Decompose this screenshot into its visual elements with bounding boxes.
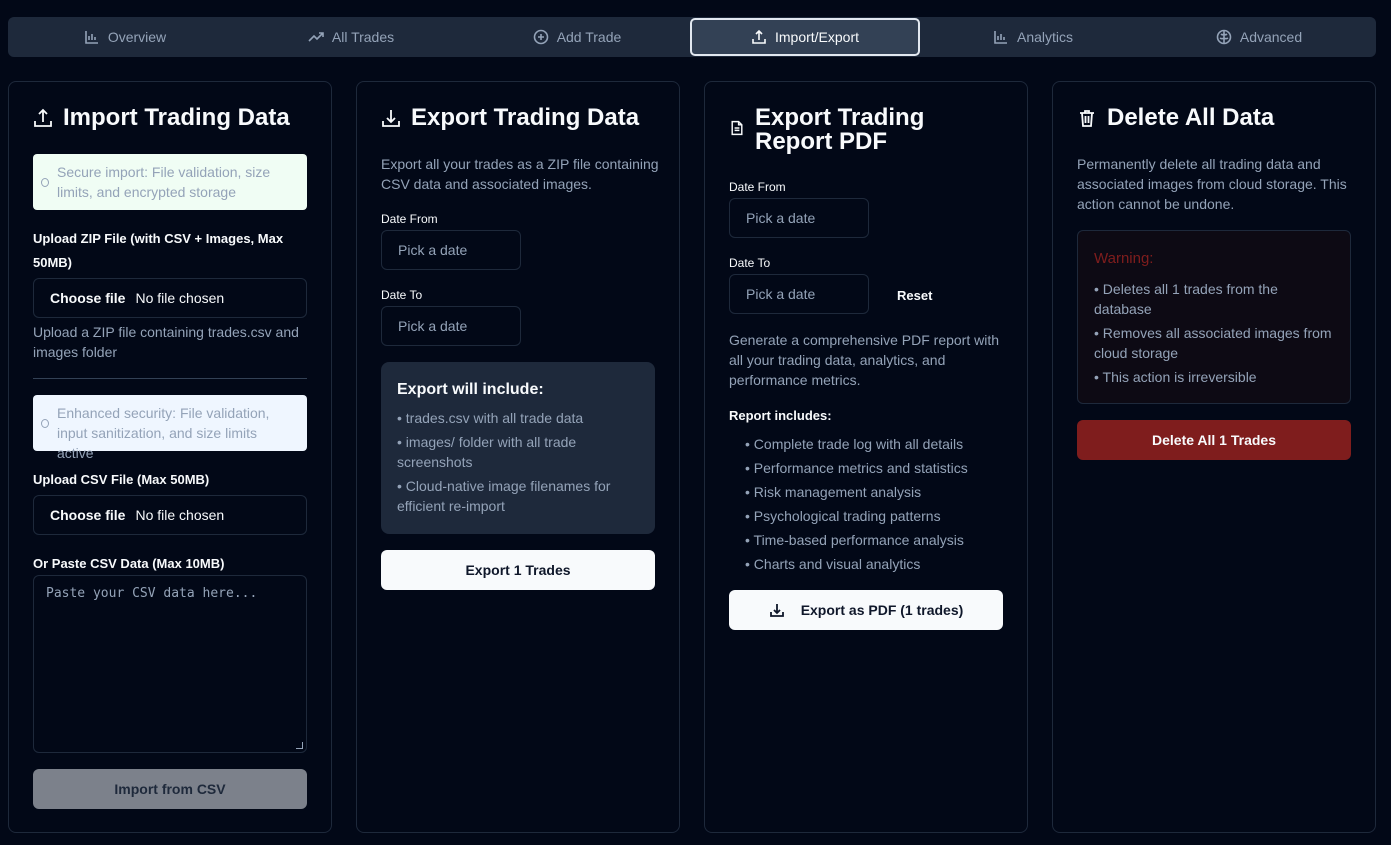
warning-title: Warning: — [1094, 250, 1154, 267]
list-item: • Deletes all 1 trades from the database — [1094, 281, 1278, 317]
download-icon — [769, 604, 784, 617]
export-includes-box: Export will include: • trades.csv with a… — [381, 362, 655, 534]
list-item: • Removes all associated images from clo… — [1094, 325, 1332, 361]
export-pdf-button[interactable]: Export as PDF (1 trades) — [729, 590, 1003, 630]
export-title: Export Trading Data — [381, 106, 655, 130]
report-includes-list: • Complete trade log with all details • … — [729, 434, 1003, 578]
file-status: No file chosen — [135, 507, 225, 523]
date-from-picker[interactable]: Pick a date — [729, 198, 869, 238]
tab-label: Add Trade — [556, 29, 622, 45]
import-title-text: Import Trading Data — [63, 104, 290, 131]
info-icon — [41, 419, 49, 428]
list-item: • Psychological trading patterns — [745, 508, 941, 524]
warning-box: Warning: • Deletes all 1 trades from the… — [1077, 230, 1351, 404]
tab-overview[interactable]: Overview — [12, 18, 238, 56]
list-item: • Risk management analysis — [745, 484, 922, 500]
choose-file-button[interactable]: Choose file — [50, 507, 125, 523]
csv-paste-textarea[interactable]: Paste your CSV data here... — [33, 575, 307, 753]
tab-label: All Trades — [331, 29, 395, 45]
date-from-label: Date From — [729, 180, 786, 194]
brain-icon — [1216, 29, 1232, 45]
report-description: Generate a comprehensive PDF report with… — [729, 332, 1000, 388]
list-item: • images/ folder with all trade screensh… — [397, 434, 577, 470]
trending-up-icon — [308, 32, 324, 42]
divider — [33, 378, 307, 379]
list-item: • Complete trade log with all details — [745, 436, 964, 452]
bar-chart-icon — [994, 31, 1007, 44]
zip-help-text: Upload a ZIP file containing trades.csv … — [33, 324, 299, 360]
zip-upload-label: Upload ZIP File (with CSV + Images, Max … — [33, 231, 284, 270]
download-icon — [382, 110, 400, 127]
delete-card: Delete All Data Permanently delete all t… — [1052, 81, 1376, 833]
date-placeholder: Pick a date — [398, 318, 468, 334]
delete-description: Permanently delete all trading data and … — [1077, 156, 1347, 212]
info-icon — [41, 178, 49, 187]
export-includes-title: Export will include: — [397, 381, 544, 398]
delete-all-button[interactable]: Delete All 1 Trades — [1077, 420, 1351, 460]
secure-import-text: Secure import: File validation, size lim… — [57, 164, 271, 200]
date-from-label: Date From — [381, 212, 438, 226]
tab-advanced[interactable]: Advanced — [1146, 18, 1372, 56]
list-item: • Charts and visual analytics — [745, 556, 921, 572]
secure-import-notice: Secure import: File validation, size lim… — [33, 154, 307, 210]
date-placeholder: Pick a date — [746, 210, 816, 226]
export-description: Export all your trades as a ZIP file con… — [381, 156, 659, 192]
csv-upload-label: Upload CSV File (Max 50MB) — [33, 472, 210, 487]
export-pdf-label: Export as PDF (1 trades) — [800, 602, 964, 618]
date-placeholder: Pick a date — [398, 242, 468, 258]
list-item: • Time-based performance analysis — [745, 532, 964, 548]
tab-import-export[interactable]: Import/Export — [690, 18, 920, 56]
plus-circle-icon — [533, 29, 548, 45]
delete-title-text: Delete All Data — [1107, 104, 1275, 131]
file-status: No file chosen — [135, 290, 225, 306]
list-item: • Performance metrics and statistics — [745, 460, 968, 476]
tab-label: Analytics — [1016, 29, 1074, 45]
tab-add-trade[interactable]: Add Trade — [464, 18, 690, 56]
date-to-label: Date To — [729, 256, 771, 270]
report-title: Export Trading Report PDF — [729, 106, 1003, 154]
resize-handle[interactable] — [296, 742, 303, 749]
tab-label: Import/Export — [774, 29, 860, 45]
main-tab-bar: Overview All Trades Add Trade Import/Exp… — [8, 17, 1376, 57]
date-to-label: Date To — [381, 288, 423, 302]
security-notice: Enhanced security: File validation, inpu… — [33, 395, 307, 461]
file-text-icon — [731, 120, 743, 136]
tab-label: Advanced — [1239, 29, 1303, 45]
csv-file-input[interactable]: Choose file No file chosen — [33, 495, 307, 535]
paste-csv-label: Or Paste CSV Data (Max 10MB) — [33, 556, 225, 571]
zip-file-input[interactable]: Choose file No file chosen — [33, 278, 307, 318]
date-placeholder: Pick a date — [746, 286, 816, 302]
textarea-placeholder: Paste your CSV data here... — [46, 586, 258, 601]
date-to-picker[interactable]: Pick a date — [729, 274, 869, 314]
export-trades-button[interactable]: Export 1 Trades — [381, 550, 655, 590]
report-card: Export Trading Report PDF Date From Pick… — [704, 81, 1028, 833]
import-card: Import Trading Data Secure import: File … — [8, 81, 332, 833]
list-item: • Cloud-native image filenames for effic… — [397, 478, 611, 514]
choose-file-button[interactable]: Choose file — [50, 290, 125, 306]
bar-chart-icon — [85, 31, 98, 44]
report-title-text: Export Trading Report PDF — [755, 104, 925, 155]
tab-analytics[interactable]: Analytics — [920, 18, 1146, 56]
list-item: • trades.csv with all trade data — [397, 410, 584, 426]
delete-title: Delete All Data — [1077, 106, 1351, 130]
upload-icon — [752, 29, 766, 44]
import-title: Import Trading Data — [33, 106, 307, 130]
export-card: Export Trading Data Export all your trad… — [356, 81, 680, 833]
tab-all-trades[interactable]: All Trades — [238, 18, 464, 56]
date-to-picker[interactable]: Pick a date — [381, 306, 521, 346]
list-item: • This action is irreversible — [1094, 369, 1257, 385]
date-from-picker[interactable]: Pick a date — [381, 230, 521, 270]
export-title-text: Export Trading Data — [411, 104, 640, 131]
tab-label: Overview — [107, 29, 167, 45]
import-csv-button[interactable]: Import from CSV — [33, 769, 307, 809]
upload-icon — [34, 108, 52, 127]
trash-icon — [1080, 110, 1094, 127]
reset-button[interactable]: Reset — [897, 288, 932, 303]
report-includes-title: Report includes: — [729, 408, 832, 423]
security-notice-text: Enhanced security: File validation, inpu… — [57, 405, 270, 461]
